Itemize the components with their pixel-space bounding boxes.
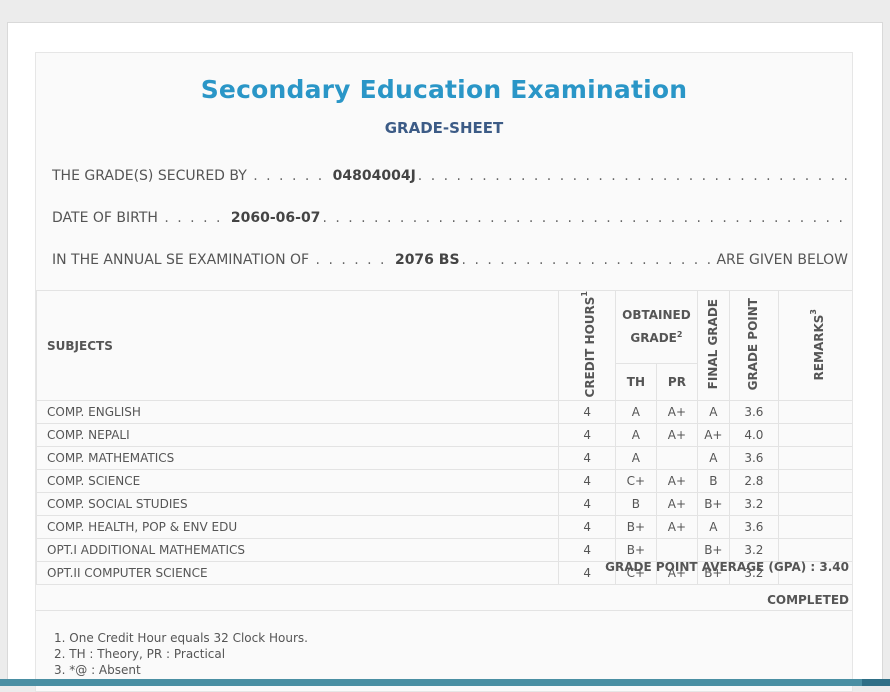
- footnote-item: 3. *@ : Absent: [54, 663, 141, 677]
- pr-grade-cell: A+: [655, 515, 698, 540]
- subject-cell: OPT.I ADDITIONAL MATHEMATICS: [36, 538, 560, 563]
- remarks-cell: [778, 446, 852, 471]
- pr-grade-cell: [655, 538, 698, 563]
- pr-grade-cell: [655, 446, 698, 471]
- credit-cell: 4: [558, 423, 616, 448]
- credit-cell: 4: [558, 469, 616, 494]
- footnotes: 1. One Credit Hour equals 32 Clock Hours…: [54, 630, 308, 678]
- dob-label: DATE OF BIRTH: [52, 210, 158, 226]
- pr-grade-cell: A+: [655, 400, 698, 425]
- secured-by-label: THE GRADE(S) SECURED BY: [52, 168, 247, 184]
- secured-by-line: THE GRADE(S) SECURED BY . . . . . . 0480…: [52, 168, 848, 184]
- remarks-cell: [778, 400, 852, 425]
- subject-cell: COMP. SCIENCE: [36, 469, 560, 494]
- grade-point-cell: 4.0: [728, 423, 780, 448]
- gpa-summary: GRADE POINT AVERAGE (GPA) : 3.40: [605, 560, 849, 574]
- page-subtitle: GRADE-SHEET: [384, 119, 504, 137]
- footnote-item: 2. TH : Theory, PR : Practical: [54, 647, 226, 661]
- subject-cell: OPT.II COMPUTER SCIENCE: [36, 561, 560, 586]
- dob-line: DATE OF BIRTH . . . . . 2060-06-07 . . .…: [52, 210, 848, 226]
- final-grade-cell: A+: [696, 423, 730, 448]
- final-grade-header: FINAL GRADE: [696, 289, 730, 402]
- credit-cell: 4: [558, 446, 616, 471]
- final-grade-cell: B+: [696, 492, 730, 517]
- dob-value: 2060-06-07: [230, 210, 321, 226]
- table-row: COMP. HEALTH, POP & ENV EDU 4 B+ A+ A 3.6: [36, 515, 852, 540]
- credit-cell: 4: [558, 400, 616, 425]
- subject-cell: COMP. SOCIAL STUDIES: [36, 492, 560, 517]
- table-row: COMP. MATHEMATICS 4 A A 3.6: [36, 446, 852, 471]
- footnote-item: 1. One Credit Hour equals 32 Clock Hours…: [54, 631, 308, 645]
- remarks-cell: [778, 469, 852, 494]
- subject-cell: COMP. ENGLISH: [36, 400, 560, 425]
- th-grade-cell: B: [614, 492, 657, 517]
- grade-point-cell: 3.6: [728, 515, 780, 540]
- remarks-cell: [778, 423, 852, 448]
- credit-cell: 4: [558, 538, 616, 563]
- exam-line: IN THE ANNUAL SE EXAMINATION OF . . . . …: [52, 252, 848, 268]
- th-grade-cell: C+: [614, 469, 657, 494]
- th-header: TH: [614, 362, 657, 402]
- grade-point-header: GRADE POINT: [728, 289, 780, 402]
- bottom-scroll-bar: [0, 679, 890, 686]
- credit-cell: 4: [558, 515, 616, 540]
- exam-tail: ARE GIVEN BELOW: [716, 252, 848, 268]
- symbol-number: 04804004J: [332, 168, 416, 184]
- final-grade-cell: A: [696, 515, 730, 540]
- final-grade-cell: A: [696, 400, 730, 425]
- th-grade-cell: A: [614, 446, 657, 471]
- subjects-header: SUBJECTS: [36, 289, 560, 402]
- grade-point-cell: 3.2: [728, 538, 780, 563]
- grades-table: SUBJECTS CREDIT HOURS1 OBTAINED GRADE2 F…: [36, 289, 852, 586]
- exam-label: IN THE ANNUAL SE EXAMINATION OF: [52, 252, 310, 268]
- pr-header: PR: [655, 362, 698, 402]
- subject-cell: COMP. HEALTH, POP & ENV EDU: [36, 515, 560, 540]
- remarks-cell: [778, 538, 852, 563]
- credit-hours-header: CREDIT HOURS1: [558, 289, 616, 402]
- grade-sheet-card: Secondary Education Examination GRADE-SH…: [35, 52, 853, 692]
- remarks-cell: [778, 515, 852, 540]
- pr-grade-cell: A+: [655, 492, 698, 517]
- final-grade-cell: A: [696, 446, 730, 471]
- bottom-bar-end: [862, 679, 890, 686]
- result-status: COMPLETED: [767, 593, 849, 607]
- th-grade-cell: A: [614, 423, 657, 448]
- final-grade-cell: B: [696, 469, 730, 494]
- table-row: OPT.I ADDITIONAL MATHEMATICS 4 B+ B+ 3.2: [36, 538, 852, 563]
- table-row: COMP. ENGLISH 4 A A+ A 3.6: [36, 400, 852, 425]
- pr-grade-cell: A+: [655, 423, 698, 448]
- table-row: COMP. SOCIAL STUDIES 4 B A+ B+ 3.2: [36, 492, 852, 517]
- obtained-grade-header: OBTAINED GRADE2: [614, 290, 698, 364]
- table-row: COMP. NEPALI 4 A A+ A+ 4.0: [36, 423, 852, 448]
- table-row: COMP. SCIENCE 4 C+ A+ B 2.8: [36, 469, 852, 494]
- subject-cell: COMP. MATHEMATICS: [36, 446, 560, 471]
- remarks-header: REMARKS3: [778, 289, 852, 402]
- remarks-cell: [778, 492, 852, 517]
- th-grade-cell: B+: [614, 515, 657, 540]
- pr-grade-cell: A+: [655, 469, 698, 494]
- page-title: Secondary Education Examination: [200, 75, 688, 104]
- grade-point-cell: 3.2: [728, 492, 780, 517]
- grade-point-cell: 2.8: [728, 469, 780, 494]
- th-grade-cell: B+: [614, 538, 657, 563]
- credit-cell: 4: [558, 492, 616, 517]
- final-grade-cell: B+: [696, 538, 730, 563]
- subject-cell: COMP. NEPALI: [36, 423, 560, 448]
- exam-year: 2076 BS: [394, 252, 460, 268]
- th-grade-cell: A: [614, 400, 657, 425]
- grade-point-cell: 3.6: [728, 446, 780, 471]
- grade-point-cell: 3.6: [728, 400, 780, 425]
- divider: [36, 610, 852, 611]
